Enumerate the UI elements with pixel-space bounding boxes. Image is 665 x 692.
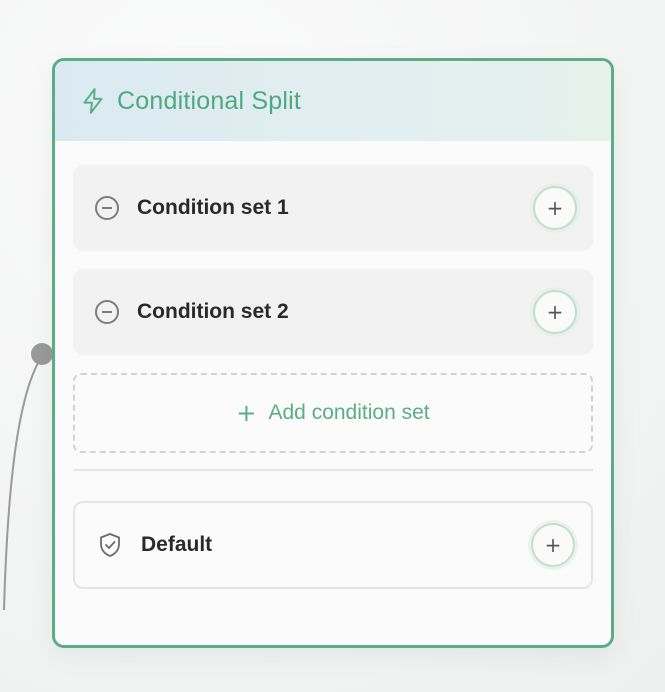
- condition-set-label: Condition set 2: [137, 300, 289, 323]
- minus-circle-icon[interactable]: [95, 300, 119, 324]
- connection-handle: [31, 343, 53, 365]
- condition-set-row[interactable]: Condition set 2 +: [73, 269, 593, 355]
- shield-check-icon: [97, 532, 123, 558]
- node-body: Condition set 1 + Condition set 2 + + Ad…: [55, 141, 611, 589]
- add-branch-button[interactable]: +: [533, 186, 577, 230]
- node-header[interactable]: Conditional Split: [55, 61, 611, 141]
- condition-set-row[interactable]: Condition set 1 +: [73, 165, 593, 251]
- node-title: Conditional Split: [117, 86, 302, 115]
- conditional-split-node[interactable]: Conditional Split Condition set 1 + Cond…: [52, 58, 614, 648]
- plus-icon: +: [546, 300, 564, 324]
- plus-icon: +: [236, 399, 257, 427]
- plus-icon: +: [546, 196, 564, 220]
- plus-icon: +: [544, 533, 562, 557]
- add-branch-button[interactable]: +: [531, 523, 575, 567]
- add-condition-set-label: Add condition set: [268, 401, 430, 424]
- default-branch-row[interactable]: Default +: [73, 501, 593, 589]
- minus-circle-icon[interactable]: [95, 196, 119, 220]
- add-branch-button[interactable]: +: [533, 290, 577, 334]
- lightning-bolt-icon: [79, 87, 107, 115]
- condition-set-label: Condition set 1: [137, 196, 289, 219]
- connection-line: [3, 343, 53, 610]
- add-condition-set-button[interactable]: + Add condition set: [73, 373, 593, 453]
- default-label: Default: [141, 533, 213, 556]
- divider: [73, 469, 593, 471]
